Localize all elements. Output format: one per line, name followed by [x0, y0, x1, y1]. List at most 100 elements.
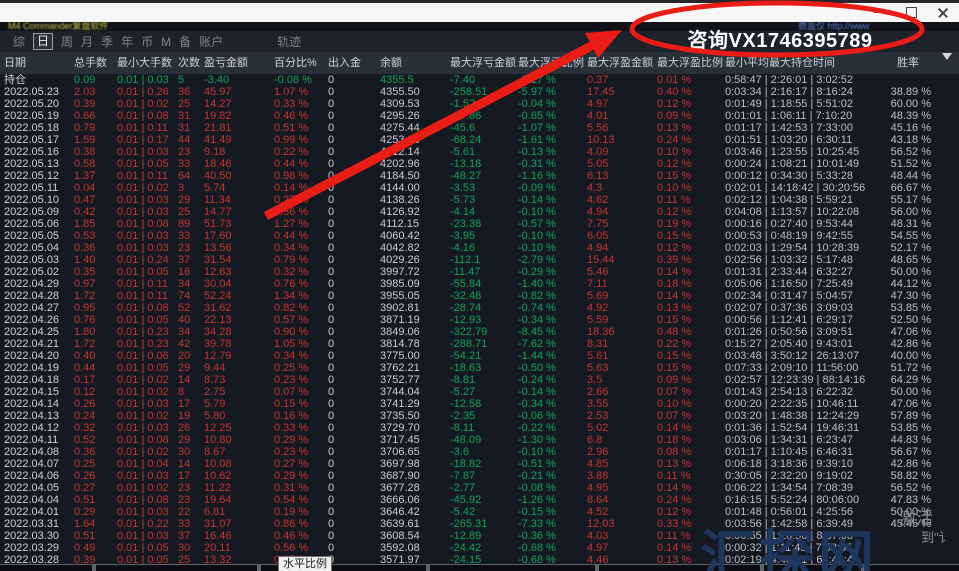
cell: 1.80 — [74, 326, 117, 338]
cell: 22.13 — [204, 314, 274, 326]
cell: 0.40 % — [657, 86, 725, 98]
cell: 37 — [178, 254, 204, 266]
menu-tab-5[interactable]: 年 — [121, 33, 133, 50]
menu-tab-6[interactable]: 币 — [141, 33, 153, 50]
cell: 25 — [178, 98, 204, 110]
cell: 1.59 — [74, 134, 117, 146]
cell: -32.48 — [450, 290, 518, 302]
cell: 0.52 — [74, 434, 117, 446]
cell: 0:06:18 | 3:18:36 | 9:39:10 — [725, 458, 885, 470]
table-row[interactable]: 2022.05.180.790.01 | 0.113121.810.51 %04… — [0, 122, 959, 134]
cell: -258.51 — [450, 86, 518, 98]
menu-tab-4[interactable]: 季 — [101, 33, 113, 50]
cell: 30.04 — [204, 278, 274, 290]
maximize-button[interactable] — [895, 3, 927, 22]
cell: 4.97 — [587, 542, 657, 554]
table-row[interactable]: 2022.04.180.170.01 | 0.02148.730.23 %037… — [0, 374, 959, 386]
cell: 0.01 | 0.22 — [117, 518, 178, 530]
menu-tab-10[interactable]: 轨迹 — [277, 33, 301, 50]
cell: 2022.04.21 — [0, 338, 74, 350]
cell: 23 — [178, 494, 204, 506]
table-row[interactable]: 2022.04.070.250.01 | 0.041410.080.27 %03… — [0, 458, 959, 470]
table-row[interactable]: 2022.05.190.660.01 | 0.083119.820.46 %04… — [0, 110, 959, 122]
table-row[interactable]: 2022.05.100.470.01 | 0.032911.340.27 %04… — [0, 194, 959, 206]
table-row[interactable]: 2022.05.110.040.01 | 0.0235.740.14 %0414… — [0, 182, 959, 194]
table-row[interactable]: 2022.05.040.360.01 | 0.032313.560.34 %04… — [0, 242, 959, 254]
table-row[interactable]: 2022.04.281.720.01 | 0.117452.241.34 %03… — [0, 290, 959, 302]
table-row[interactable]: 2022.04.251.800.01 | 0.233434.280.90 %03… — [0, 326, 959, 338]
cell: -54.21 — [450, 350, 518, 362]
table-row[interactable]: 2022.04.130.240.01 | 0.02195.800.16 %037… — [0, 410, 959, 422]
cell: 40.00 % — [885, 350, 959, 362]
table-row[interactable]: 2022.05.031.400.01 | 0.243731.540.79 %04… — [0, 254, 959, 266]
menu-tab-8[interactable]: 备 — [179, 33, 191, 50]
table-row[interactable]: 2022.04.120.320.01 | 0.032612.250.33 %03… — [0, 422, 959, 434]
cell: 0.12 % — [657, 206, 725, 218]
cell: 2022.05.11 — [0, 182, 74, 194]
table-row[interactable]: 2022.05.130.580.01 | 0.053318.460.44 %04… — [0, 158, 959, 170]
cell: 17.45 — [587, 86, 657, 98]
cell: 4.97 — [587, 98, 657, 110]
cell: -5.27 — [450, 386, 518, 398]
table-row[interactable]: 2022.05.020.350.01 | 0.051612.630.32 %03… — [0, 266, 959, 278]
cell: 0 — [328, 110, 380, 122]
cell: 0.01 | 0.11 — [117, 290, 178, 302]
menu-tab-0[interactable]: 综 — [13, 33, 25, 50]
cell: -4.14 — [450, 206, 518, 218]
cell: 0:02:03 | 1:29:54 | 10:28:39 — [725, 242, 885, 254]
cell: 3814.78 — [380, 338, 450, 350]
cell: 1.37 — [74, 170, 117, 182]
cell: 4.09 — [587, 146, 657, 158]
table-row[interactable]: 2022.05.050.530.01 | 0.033317.600.44 %04… — [0, 230, 959, 242]
cell: 4138.26 — [380, 194, 450, 206]
table-row[interactable]: 2022.04.080.360.01 | 0.02308.670.23 %037… — [0, 446, 959, 458]
table-row[interactable]: 2022.04.290.970.01 | 0.113430.040.76 %03… — [0, 278, 959, 290]
cell: 0.01 | 0.04 — [117, 458, 178, 470]
menu-tab-9[interactable]: 账户 — [199, 33, 223, 50]
close-button[interactable] — [927, 3, 959, 22]
table-row[interactable]: 2022.04.270.950.01 | 0.085231.620.82 %03… — [0, 302, 959, 314]
table-row[interactable]: 2022.04.200.400.01 | 0.062012.790.34 %03… — [0, 350, 959, 362]
cell: 0:01:51 | 1:03:20 | 6:30:11 — [725, 134, 885, 146]
menu-tab-3[interactable]: 月 — [81, 33, 93, 50]
table-row[interactable]: 2022.04.040.510.01 | 0.082319.640.54 %03… — [0, 494, 959, 506]
cell: 0 — [328, 122, 380, 134]
cell: 0.79 — [74, 122, 117, 134]
table-row[interactable]: 2022.04.260.760.01 | 0.054022.130.57 %03… — [0, 314, 959, 326]
table-row[interactable]: 2022.04.211.720.01 | 0.234239.781.05 %03… — [0, 338, 959, 350]
cell: 1.07 % — [274, 86, 328, 98]
menu-tab-1[interactable]: 日 — [33, 33, 53, 50]
table-row[interactable]: 2022.04.110.520.01 | 0.082910.800.29 %03… — [0, 434, 959, 446]
table-row[interactable]: 2022.04.190.440.01 | 0.05299.440.25 %037… — [0, 362, 959, 374]
app-window: M4 Commander复盘软件 费盈仅 http://www 综日周月季年币M… — [0, 0, 959, 571]
table-row[interactable]: 2022.04.150.120.01 | 0.0282.750.07 %0374… — [0, 386, 959, 398]
table-row[interactable]: 2022.05.171.590.01 | 0.174441.490.99 %04… — [0, 134, 959, 146]
menu-tab-7[interactable]: M — [161, 35, 171, 49]
cell: 42 — [178, 338, 204, 350]
table-header-row: 日期总手数最小大手数次数盈亏金额百分比%出入金余额最大浮亏金额最大浮亏比例最大浮… — [0, 52, 959, 74]
cell: 2.75 — [204, 386, 274, 398]
cell: 2022.04.27 — [0, 302, 74, 314]
table-row[interactable]: 2022.05.121.370.01 | 0.116440.500.98 %04… — [0, 170, 959, 182]
table-row[interactable]: 2022.05.232.030.01 | 0.263645.971.07 %04… — [0, 86, 959, 98]
cell: 0 — [328, 134, 380, 146]
table-row[interactable]: 2022.05.061.850.01 | 0.088951.731.27 %04… — [0, 218, 959, 230]
cell: 0.27 % — [274, 194, 328, 206]
table-row[interactable]: 2022.05.090.420.01 | 0.032514.770.36 %04… — [0, 206, 959, 218]
cell: 2022.05.18 — [0, 122, 74, 134]
cell: -0.10 % — [518, 230, 587, 242]
table-row[interactable]: 2022.04.060.260.01 | 0.031710.620.29 %03… — [0, 470, 959, 482]
menu-tab-2[interactable]: 周 — [61, 33, 73, 50]
cell: 0.01 | 0.08 — [117, 110, 178, 122]
minimize-button[interactable] — [863, 3, 895, 22]
cell: -0.08 % — [518, 482, 587, 494]
cell: 2022.04.14 — [0, 398, 74, 410]
cell: -0.04 % — [518, 98, 587, 110]
table-row[interactable]: 持仓0.090.01 | 0.035-3.40-0.08 %04355.5-7.… — [0, 74, 959, 86]
table-row[interactable]: 2022.04.050.270.01 | 0.022311.220.31 %03… — [0, 482, 959, 494]
table-row[interactable]: 2022.04.140.260.01 | 0.03175.790.15 %037… — [0, 398, 959, 410]
scroll-indicator-icon[interactable] — [942, 53, 952, 60]
cell: 0.01 | 0.02 — [117, 410, 178, 422]
table-row[interactable]: 2022.05.200.390.01 | 0.022514.270.33 %04… — [0, 98, 959, 110]
table-row[interactable]: 2022.05.160.380.01 | 0.03239.180.22 %042… — [0, 146, 959, 158]
